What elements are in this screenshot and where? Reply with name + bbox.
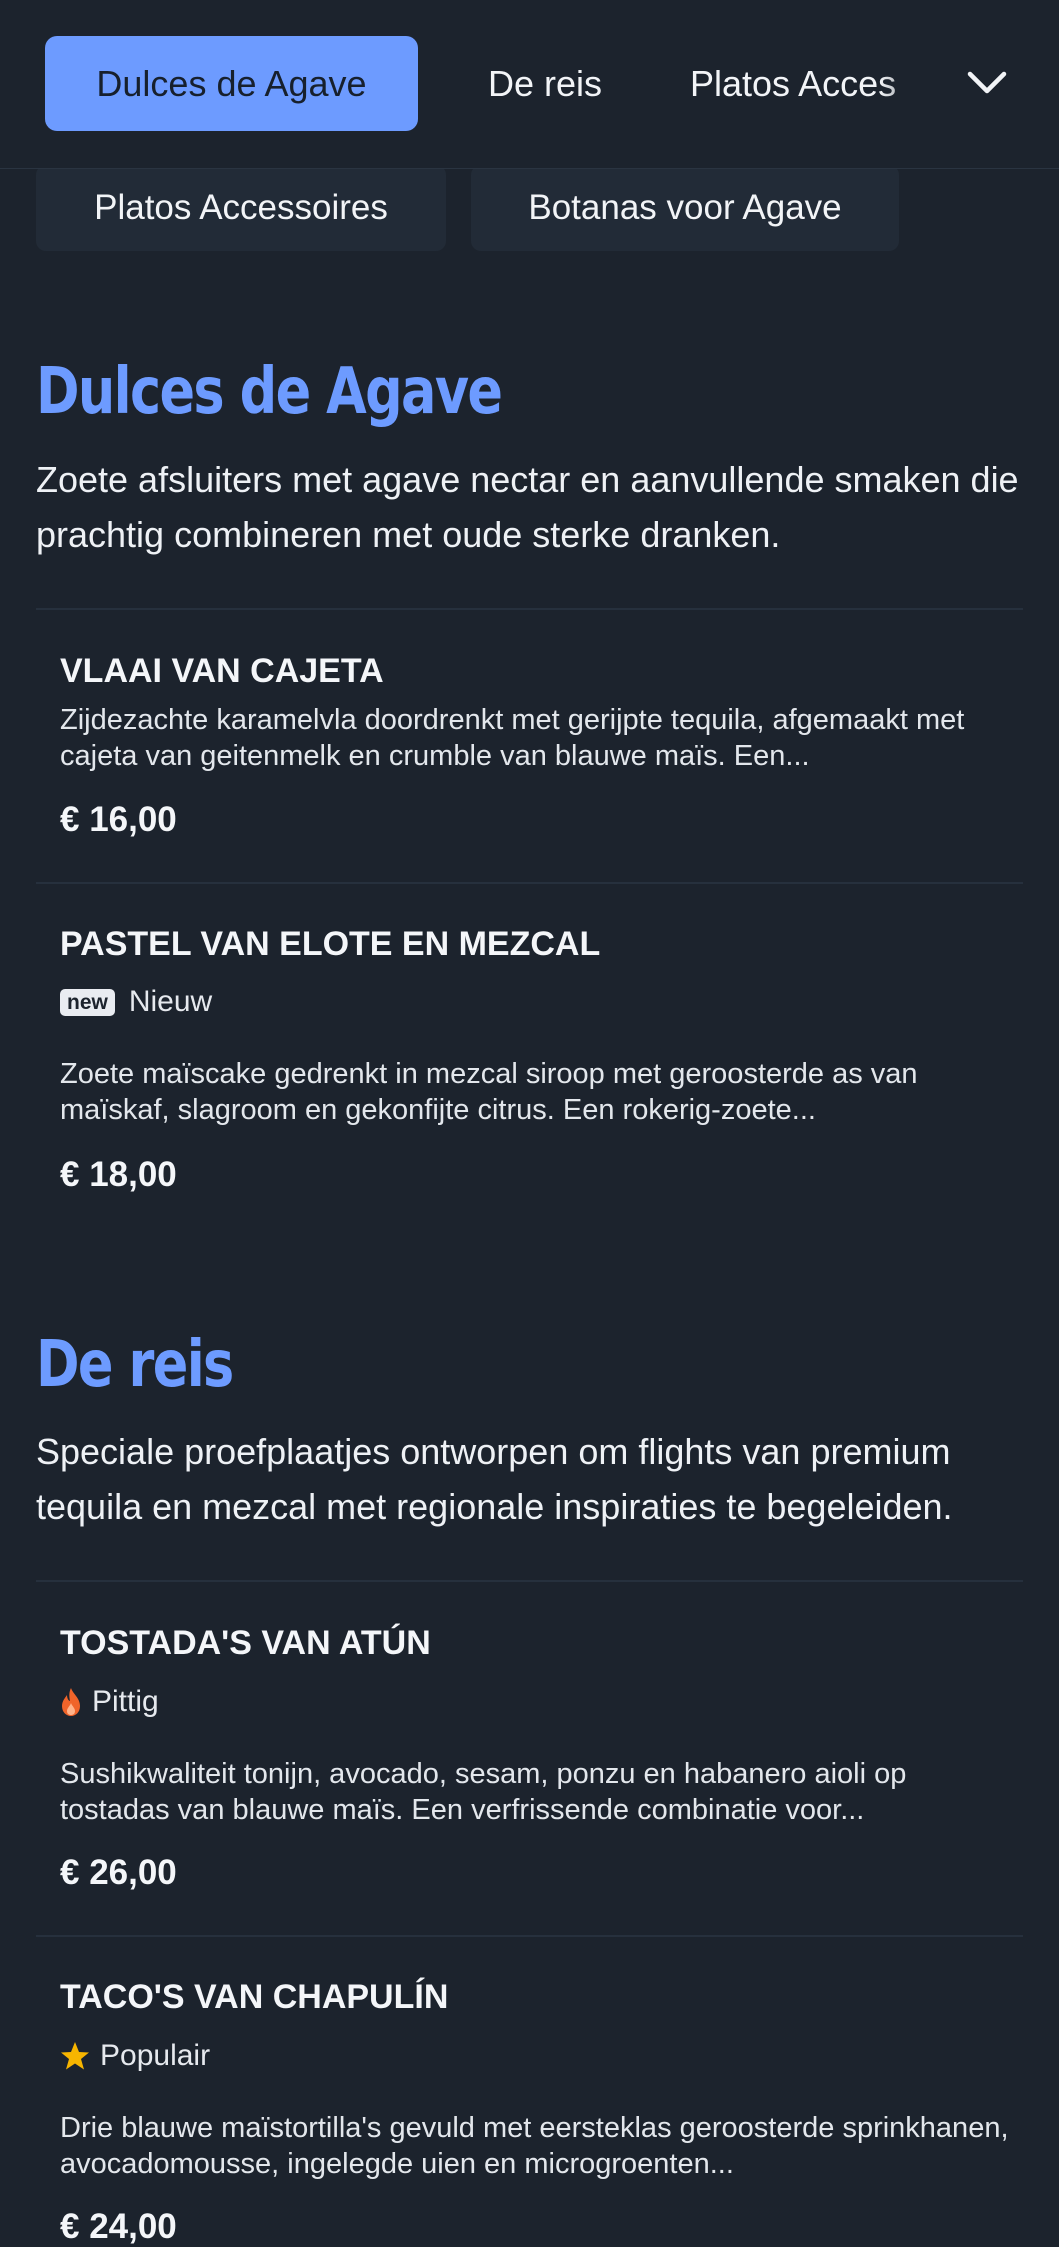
menu-item-tag: Populair: [60, 2039, 210, 2073]
chevron-down-icon[interactable]: [962, 62, 1012, 102]
tab-dulces-de-agave[interactable]: Dulces de Agave: [45, 36, 418, 131]
star-icon: [61, 2042, 89, 2070]
menu-item-name[interactable]: TACO'S VAN CHAPULÍN: [60, 1978, 448, 2017]
divider: [36, 1580, 1023, 1582]
menu-item-name[interactable]: PASTEL VAN ELOTE EN MEZCAL: [60, 925, 600, 964]
category-nav: Dulces de Agave De reis Platos Acces: [0, 0, 1059, 169]
section-title: Dulces de Agave: [36, 355, 503, 429]
menu-item-description: Zijdezachte karamelvla doordrenkt met ge…: [60, 704, 965, 772]
menu-item-tag: new Nieuw: [60, 985, 212, 1019]
menu-item-description: Drie blauwe maïstortilla's gevuld met ee…: [60, 2112, 1009, 2180]
divider: [36, 608, 1023, 610]
chip-botanas-voor-agave[interactable]: Botanas voor Agave: [471, 165, 899, 251]
tag-label: Populair: [100, 2039, 211, 2072]
chip-platos-accessoires[interactable]: Platos Accessoires: [36, 165, 446, 251]
menu-item-price: € 24,00: [60, 2207, 177, 2246]
new-badge: new: [60, 988, 115, 1016]
menu-item-tag: Pittig: [60, 1685, 159, 1719]
flame-icon: [62, 1688, 80, 1716]
menu-item-price: € 18,00: [60, 1155, 177, 1194]
section-description: Zoete afsluiters met agave nectar en aan…: [36, 459, 1019, 555]
menu-item-description: Zoete maïscake gedrenkt in mezcal siroop…: [60, 1058, 918, 1126]
section-description: Speciale proefplaatjes ontworpen om flig…: [36, 1431, 953, 1527]
tab-de-reis[interactable]: De reis: [440, 36, 650, 131]
tag-label: Pittig: [92, 1685, 159, 1718]
divider: [36, 882, 1023, 884]
menu-item-price: € 26,00: [60, 1853, 177, 1892]
menu-item-name[interactable]: TOSTADA'S VAN ATÚN: [60, 1624, 431, 1663]
section-title: De reis: [36, 1328, 234, 1402]
tag-label: Nieuw: [128, 985, 213, 1018]
menu-item-name[interactable]: VLAAI VAN CAJETA: [60, 652, 384, 691]
menu-item-description: Sushikwaliteit tonijn, avocado, sesam, p…: [60, 1758, 907, 1826]
divider: [36, 1935, 1023, 1937]
tab-overflow-fade: [880, 36, 960, 131]
menu-item-price: € 16,00: [60, 800, 177, 839]
